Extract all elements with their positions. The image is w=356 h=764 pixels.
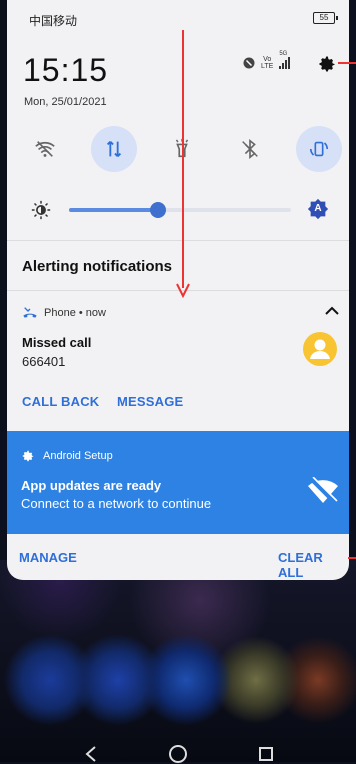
clock: 15:15 bbox=[23, 52, 109, 88]
battery-indicator: 55 bbox=[313, 12, 338, 24]
wallpaper bbox=[0, 560, 356, 762]
setup-app-label: Android Setup bbox=[43, 450, 113, 462]
qs-mobile-data-toggle[interactable] bbox=[91, 126, 137, 172]
home-icon[interactable] bbox=[168, 744, 188, 764]
quick-settings-row bbox=[7, 126, 349, 172]
brightness-slider[interactable] bbox=[69, 202, 291, 218]
section-title: Alerting notifications bbox=[22, 258, 172, 275]
contact-avatar bbox=[303, 332, 337, 366]
manage-button[interactable]: MANAGE bbox=[19, 550, 77, 565]
brightness-slider-thumb[interactable] bbox=[149, 202, 166, 218]
auto-brightness-label: A bbox=[314, 203, 322, 214]
signal-icons: Vo LTE 5G bbox=[243, 51, 291, 70]
collapse-chevron-icon[interactable] bbox=[325, 306, 339, 316]
back-icon[interactable] bbox=[84, 746, 98, 762]
phone-notification-header[interactable]: Phone • now bbox=[22, 306, 106, 320]
navigation-bar bbox=[0, 740, 356, 764]
auto-brightness-button[interactable]: A bbox=[307, 198, 329, 220]
brightness-slider-fill bbox=[69, 208, 158, 212]
annotation-marker-settings bbox=[338, 62, 356, 64]
annotation-arrow-head-icon bbox=[176, 283, 190, 298]
phone-app-label: Phone • now bbox=[44, 307, 106, 319]
nfc-icon bbox=[243, 57, 255, 69]
date: Mon, 25/01/2021 bbox=[24, 96, 107, 108]
setup-text: Connect to a network to continue bbox=[21, 496, 212, 511]
android-setup-notification[interactable]: Android Setup App updates are ready Conn… bbox=[7, 431, 349, 534]
qs-auto-rotate-toggle[interactable] bbox=[296, 126, 342, 172]
annotation-marker-clear-all bbox=[348, 557, 356, 559]
divider bbox=[7, 240, 349, 241]
wifi-off-icon bbox=[308, 477, 338, 505]
signal-strength-icon: 5G bbox=[279, 51, 291, 69]
call-back-button[interactable]: CALL BACK bbox=[22, 394, 99, 409]
recents-icon[interactable] bbox=[258, 746, 274, 762]
caller-number: 666401 bbox=[22, 354, 66, 369]
missed-call-icon bbox=[23, 307, 37, 318]
settings-gear-icon bbox=[22, 450, 34, 462]
wifi-off-icon bbox=[35, 141, 55, 157]
qs-wifi-toggle[interactable] bbox=[22, 126, 68, 172]
person-icon bbox=[310, 339, 330, 359]
network-type-label: Vo LTE bbox=[261, 56, 274, 70]
settings-gear-icon[interactable] bbox=[317, 54, 337, 74]
bluetooth-off-icon bbox=[242, 139, 258, 159]
auto-rotate-icon bbox=[309, 141, 329, 157]
brightness-icon bbox=[31, 200, 51, 220]
data-transfer-icon bbox=[106, 141, 122, 157]
notification-title: Missed call bbox=[22, 335, 92, 350]
clear-all-button[interactable]: CLEAR ALL bbox=[278, 550, 349, 580]
brightness-row: A bbox=[7, 194, 349, 224]
message-button[interactable]: MESSAGE bbox=[117, 394, 183, 409]
qs-bluetooth-toggle[interactable] bbox=[227, 126, 273, 172]
carrier-name: 中国移动 bbox=[29, 14, 78, 28]
setup-title: App updates are ready bbox=[21, 478, 162, 493]
annotation-arrow-line bbox=[182, 30, 184, 288]
status-bar: 中国移动 55 bbox=[7, 0, 349, 40]
